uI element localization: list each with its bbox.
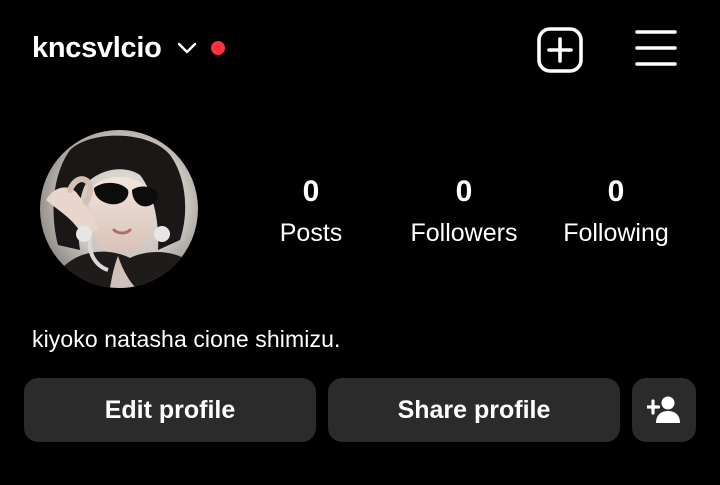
menu-button[interactable] <box>634 28 678 70</box>
edit-profile-button[interactable]: Edit profile <box>24 378 316 442</box>
followers-count: 0 <box>455 175 473 208</box>
following-label: Following <box>563 219 669 247</box>
plus-square-icon <box>537 27 583 73</box>
account-switcher[interactable]: kncsvlcio <box>32 28 225 68</box>
create-button[interactable] <box>536 26 584 74</box>
chevron-down-icon <box>176 41 198 55</box>
avatar[interactable] <box>40 130 198 288</box>
hamburger-menu-icon <box>635 30 677 66</box>
profile-screen: kncsvlcio 0 Posts 0 Followers 0 Followin… <box>0 0 720 485</box>
discover-people-button[interactable] <box>632 378 696 442</box>
add-person-icon <box>647 396 680 423</box>
notification-dot <box>210 41 225 55</box>
username: kncsvlcio <box>32 32 162 64</box>
stat-followers[interactable]: 0 Followers <box>389 172 539 253</box>
stat-posts[interactable]: 0 Posts <box>236 172 386 253</box>
share-profile-button[interactable]: Share profile <box>328 378 620 442</box>
posts-count: 0 <box>302 175 320 208</box>
stat-following[interactable]: 0 Following <box>541 172 691 253</box>
posts-label: Posts <box>279 219 343 247</box>
followers-label: Followers <box>410 219 518 247</box>
profile-header: kncsvlcio <box>0 0 720 96</box>
following-count: 0 <box>607 175 625 208</box>
profile-bio: kiyoko natasha cione shimizu. <box>32 326 341 352</box>
profile-photo <box>40 130 198 288</box>
